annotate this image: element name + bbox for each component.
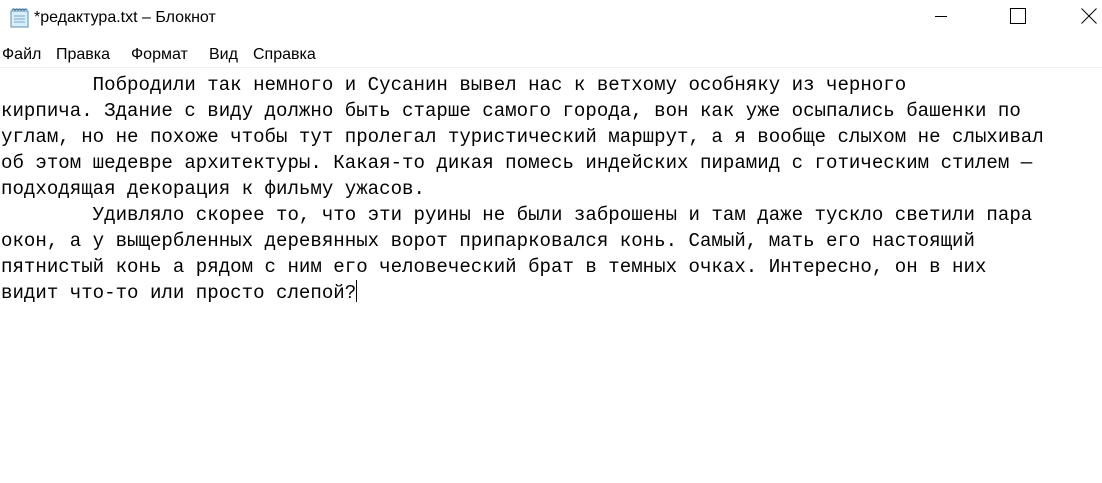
menu-help[interactable]: Справка <box>253 46 316 64</box>
text-line: видит что-то или просто слепой? <box>1 282 357 304</box>
minimize-button[interactable] <box>918 0 964 36</box>
text-caret <box>356 280 358 302</box>
title-bar[interactable]: *редактура.txt – Блокнот <box>0 0 1102 38</box>
minimize-icon <box>935 9 947 27</box>
close-icon <box>1081 7 1097 29</box>
text-line: об этом шедевре архитектуры. Какая-то ди… <box>1 152 1033 174</box>
menu-edit[interactable]: Правка <box>56 46 110 64</box>
text-line: кирпича. Здание с виду должно быть старш… <box>1 100 1021 122</box>
maximize-button[interactable] <box>995 0 1041 36</box>
window-title: *редактура.txt – Блокнот <box>34 9 216 26</box>
text-line: Удивляло скорее то, что эти руины не был… <box>1 204 1033 226</box>
text-line: окон, а у выщербленных деревянных ворот … <box>1 230 975 252</box>
editor-content[interactable]: Побродили так немного и Сусанин вывел на… <box>1 72 1044 306</box>
text-line: подходящая декорация к фильму ужасов. <box>1 178 425 200</box>
text-line: пятнистый конь а рядом с ним его человеч… <box>1 256 987 278</box>
menu-bar: Файл Правка Формат Вид Справка <box>0 43 1102 67</box>
menu-view[interactable]: Вид <box>209 46 238 64</box>
text-editor[interactable]: Побродили так немного и Сусанин вывел на… <box>0 67 1102 483</box>
close-button[interactable] <box>1066 0 1102 36</box>
notepad-window: *редактура.txt – Блокнот Файл Правка Фор… <box>0 0 1102 483</box>
text-line: углам, но не похоже чтобы тут пролегал т… <box>1 126 1044 148</box>
menu-file[interactable]: Файл <box>2 46 41 64</box>
text-line: Побродили так немного и Сусанин вывел на… <box>1 74 907 96</box>
menu-format[interactable]: Формат <box>131 46 188 64</box>
maximize-icon <box>1010 7 1026 29</box>
notepad-icon[interactable] <box>8 8 30 28</box>
